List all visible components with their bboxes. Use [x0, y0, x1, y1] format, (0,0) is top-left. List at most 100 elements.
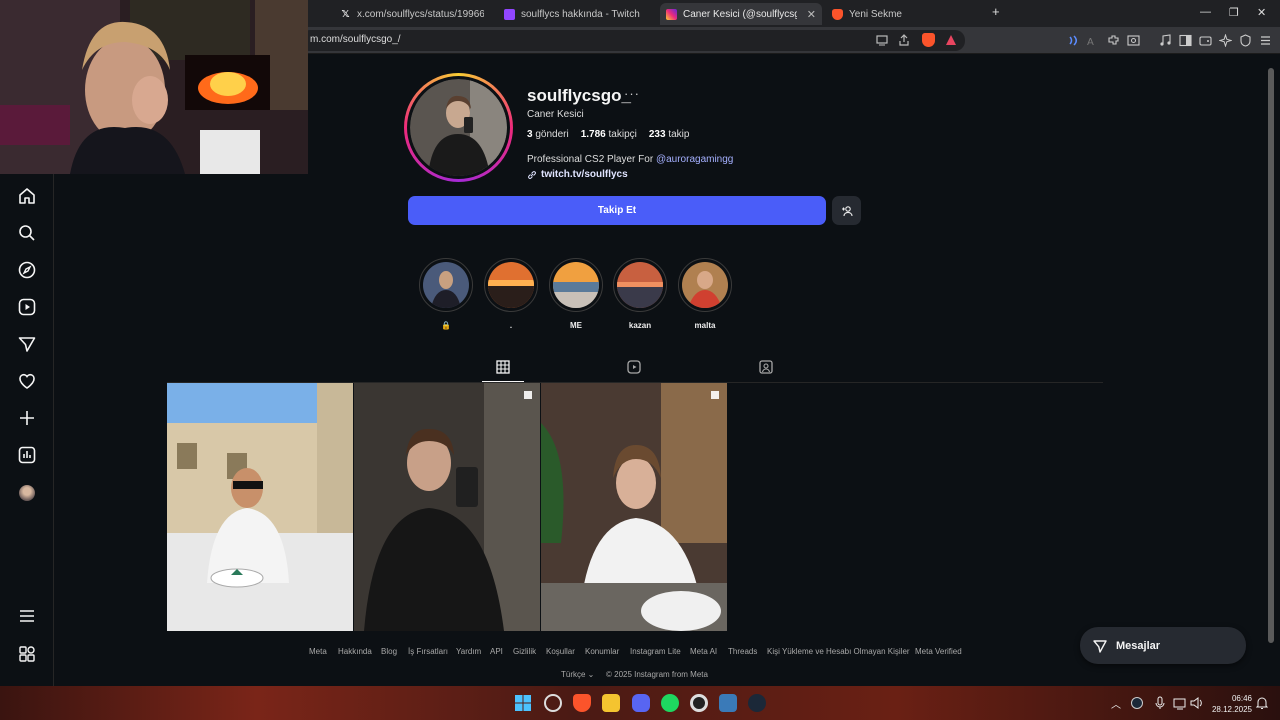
options-more-icon[interactable]: ···	[624, 86, 640, 101]
profile-avatar-icon[interactable]	[19, 485, 35, 501]
footer-link[interactable]: Meta Verified	[915, 647, 962, 656]
messages-button[interactable]: Mesajlar	[1080, 627, 1246, 664]
highlight-item[interactable]: malta	[677, 258, 733, 331]
post-thumbnail[interactable]	[167, 383, 353, 631]
steam-tray-icon[interactable]	[1131, 697, 1143, 709]
footer-link[interactable]: API	[490, 647, 503, 656]
file-explorer-icon[interactable]	[602, 694, 620, 712]
post-thumbnail[interactable]	[541, 383, 727, 631]
close-tab-icon[interactable]: ✕	[807, 8, 816, 21]
language-selector[interactable]: Türkçe ⌄	[561, 670, 594, 679]
microphone-icon[interactable]	[1154, 696, 1166, 710]
highlight-item[interactable]: kazan	[612, 258, 668, 331]
tab-new-tab[interactable]: Yeni Sekme	[826, 3, 966, 25]
highlight-label: kazan	[628, 321, 652, 330]
footer-link[interactable]: Konumlar	[585, 647, 619, 656]
desktop-app-icon[interactable]	[719, 694, 737, 712]
brave-taskbar-icon[interactable]	[573, 694, 591, 712]
following-stat[interactable]: 233 takip	[649, 129, 690, 140]
bio-mention-link[interactable]: @auroragamingg	[656, 154, 733, 165]
highlight-label: 🔒	[441, 321, 451, 330]
tagged-tab-icon[interactable]	[758, 359, 774, 375]
tab-x-status[interactable]: 𝕏 x.com/soulflycs/status/19966577680	[334, 3, 484, 25]
footer-link[interactable]: Gizlilik	[513, 647, 536, 656]
suggested-accounts-button[interactable]	[832, 196, 861, 225]
ai-sparkle-icon[interactable]	[1219, 34, 1232, 47]
footer-link[interactable]: Kişi Yükleme ve Hesabı Olmayan Kişiler	[767, 647, 910, 656]
network-icon[interactable]	[1173, 696, 1187, 710]
system-clock[interactable]: 06:46 28.12.2025	[1212, 693, 1252, 715]
wallet-icon[interactable]	[1199, 34, 1212, 47]
messages-label: Mesajlar	[1116, 639, 1161, 652]
tab-title: x.com/soulflycs/status/19966577680	[357, 8, 484, 20]
tab-title: soulflycs hakkında - Twitch	[521, 8, 640, 20]
posts-grid-tab-icon[interactable]	[495, 359, 511, 375]
sidebar-toggle-icon[interactable]	[1179, 34, 1192, 47]
url-text: m.com/soulflycsgo_/	[310, 34, 401, 45]
footer-link[interactable]: Instagram Lite	[630, 647, 681, 656]
highlight-cover	[423, 262, 469, 308]
reels-tab-icon[interactable]	[626, 359, 642, 375]
create-plus-icon[interactable]	[17, 408, 37, 428]
profile-picture-ring[interactable]	[404, 73, 513, 182]
close-window-button[interactable]: ✕	[1257, 6, 1266, 19]
highlight-item[interactable]: 🔒	[418, 258, 474, 331]
highlight-item[interactable]: .	[483, 258, 539, 331]
minimize-button[interactable]: —	[1200, 6, 1211, 18]
share-icon[interactable]	[898, 34, 910, 46]
search-icon[interactable]	[17, 223, 37, 243]
tab-twitch[interactable]: soulflycs hakkında - Twitch	[498, 3, 648, 25]
spotify-icon[interactable]	[661, 694, 679, 712]
profile-external-link[interactable]: twitch.tv/soulflycs	[527, 169, 628, 180]
link-icon	[528, 170, 536, 179]
tab-instagram-active[interactable]: Caner Kesici (@soulflycsgo_) • In ✕	[660, 3, 822, 25]
more-menu-icon[interactable]	[17, 606, 37, 626]
footer-link[interactable]: Meta AI	[690, 647, 717, 656]
media-control-icon[interactable]	[1159, 34, 1172, 47]
tray-overflow-icon[interactable]: ︿	[1111, 696, 1121, 711]
cast-icon[interactable]	[876, 34, 888, 46]
translate-icon[interactable]: A	[1087, 34, 1100, 47]
extensions-icon[interactable]	[1107, 34, 1120, 47]
webcam-image	[0, 0, 308, 174]
settings-gear-icon[interactable]	[690, 694, 708, 712]
follow-button[interactable]: Takip Et	[408, 196, 826, 225]
steam-icon[interactable]	[748, 694, 766, 712]
home-icon[interactable]	[17, 186, 37, 206]
highlight-cover	[682, 262, 728, 308]
profile-picture	[410, 79, 507, 176]
url-bar[interactable]: m.com/soulflycsgo_/	[300, 30, 965, 51]
footer-link[interactable]: Blog	[381, 647, 397, 656]
also-from-meta-icon[interactable]	[17, 644, 37, 664]
footer-link[interactable]: Meta	[309, 647, 327, 656]
brave-shields-icon[interactable]	[922, 33, 935, 47]
followers-stat[interactable]: 1.786 takipçi	[581, 129, 637, 140]
maximize-button[interactable]: ❐	[1229, 6, 1239, 19]
volume-icon[interactable]	[1190, 696, 1204, 710]
vpn-shield-icon[interactable]	[1239, 34, 1252, 47]
leo-ai-icon[interactable]	[1067, 34, 1080, 47]
windows-start-icon[interactable]	[515, 695, 531, 711]
direct-messages-icon[interactable]	[17, 334, 37, 354]
menu-icon[interactable]	[1259, 34, 1272, 47]
post-thumbnail[interactable]	[354, 383, 540, 631]
footer-link[interactable]: İş Fırsatları	[408, 647, 448, 656]
notifications-heart-icon[interactable]	[17, 371, 37, 391]
reels-icon[interactable]	[17, 297, 37, 317]
brave-rewards-icon[interactable]	[945, 34, 957, 46]
new-tab-button[interactable]: +	[992, 4, 1000, 19]
explore-icon[interactable]	[17, 260, 37, 280]
footer-link[interactable]: Yardım	[456, 647, 481, 656]
obs-icon[interactable]	[544, 694, 562, 712]
discord-icon[interactable]	[632, 694, 650, 712]
page-scrollbar[interactable]	[1268, 68, 1274, 643]
highlight-item[interactable]: ME	[548, 258, 604, 331]
footer-link[interactable]: Koşullar	[546, 647, 575, 656]
footer-link[interactable]: Hakkında	[338, 647, 372, 656]
screenshot-icon[interactable]	[1127, 34, 1140, 47]
profile-full-name: Caner Kesici	[527, 109, 584, 120]
windows-taskbar: ︿ 06:46 28.12.2025	[0, 686, 1280, 720]
notification-bell-icon[interactable]	[1256, 696, 1268, 710]
dashboard-icon[interactable]	[17, 445, 37, 465]
footer-link[interactable]: Threads	[728, 647, 757, 656]
